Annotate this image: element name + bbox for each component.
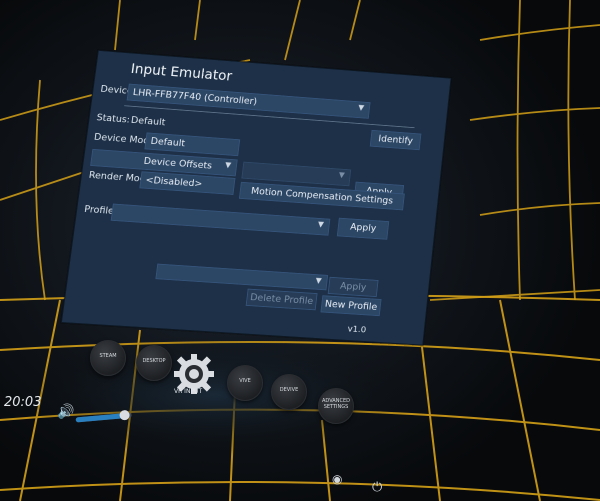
identify-button[interactable]: Identify	[369, 129, 422, 151]
vr-input-dock-label: VR INPUT	[174, 388, 203, 395]
device-mode-dropdown[interactable]: Default	[144, 132, 241, 157]
chevron-down-icon: ▼	[224, 161, 232, 171]
clock-time: 20:03	[4, 395, 42, 410]
profile-apply-button[interactable]: Apply	[336, 217, 390, 240]
device-mode-selected-value: Default	[150, 135, 186, 149]
status-value: Default	[130, 114, 167, 128]
chevron-down-icon: ▼	[338, 171, 346, 180]
new-profile-button[interactable]: New Profile	[320, 295, 382, 317]
chevron-down-icon: ▼	[315, 276, 322, 286]
status-label: Status:	[95, 111, 131, 126]
input-emulator-panel: Input Emulator Device: LHR-FFB77F40 (Con…	[60, 50, 452, 346]
settings-small-icon[interactable]: ◉	[332, 472, 342, 486]
profile-dropdown[interactable]: ▼	[110, 203, 331, 236]
devive-dock-button[interactable]: DEVIVE	[271, 374, 307, 410]
delete-profile-button[interactable]: Delete Profile	[245, 288, 318, 311]
profile-apply-disabled-button[interactable]: Apply	[327, 276, 379, 298]
render-model-selected-value: <Disabled>	[144, 174, 204, 190]
desktop-dock-label: DESKTOP	[142, 358, 166, 364]
steam-dock-button[interactable]: STEAM	[90, 340, 126, 376]
device-dropdown[interactable]: LHR-FFB77F40 (Controller) ▼	[126, 83, 371, 119]
profile-bottom-dropdown[interactable]: ▼	[155, 263, 329, 291]
devive-dock-label: DEVIVE	[279, 387, 299, 393]
chevron-down-icon: ▼	[317, 220, 325, 230]
advanced-settings-dock-button[interactable]: ADVANCED SETTINGS	[318, 388, 354, 424]
vive-dock-button[interactable]: VIVE	[227, 365, 263, 401]
vr-input-dock-button[interactable]: VR INPUT	[172, 352, 216, 396]
panel-title: Input Emulator	[129, 60, 234, 84]
advanced-settings-dock-label: ADVANCED SETTINGS	[322, 398, 350, 410]
power-icon[interactable]: ⏻	[372, 480, 382, 495]
volume-slider-handle[interactable]	[119, 409, 131, 421]
vive-dock-label: VIVE	[239, 378, 251, 384]
steam-dock-label: STEAM	[99, 353, 117, 359]
volume-slider[interactable]	[75, 407, 133, 436]
desktop-dock-button[interactable]: DESKTOP	[136, 345, 172, 381]
device-offsets-label: Device Offsets	[143, 155, 213, 172]
device-selected-value: LHR-FFB77F40 (Controller)	[132, 86, 258, 107]
version-label: v1.0	[347, 324, 367, 336]
chevron-down-icon: ▼	[357, 103, 365, 113]
volume-slider-fill	[75, 413, 126, 423]
volume-icon[interactable]: 🔊	[57, 404, 74, 420]
